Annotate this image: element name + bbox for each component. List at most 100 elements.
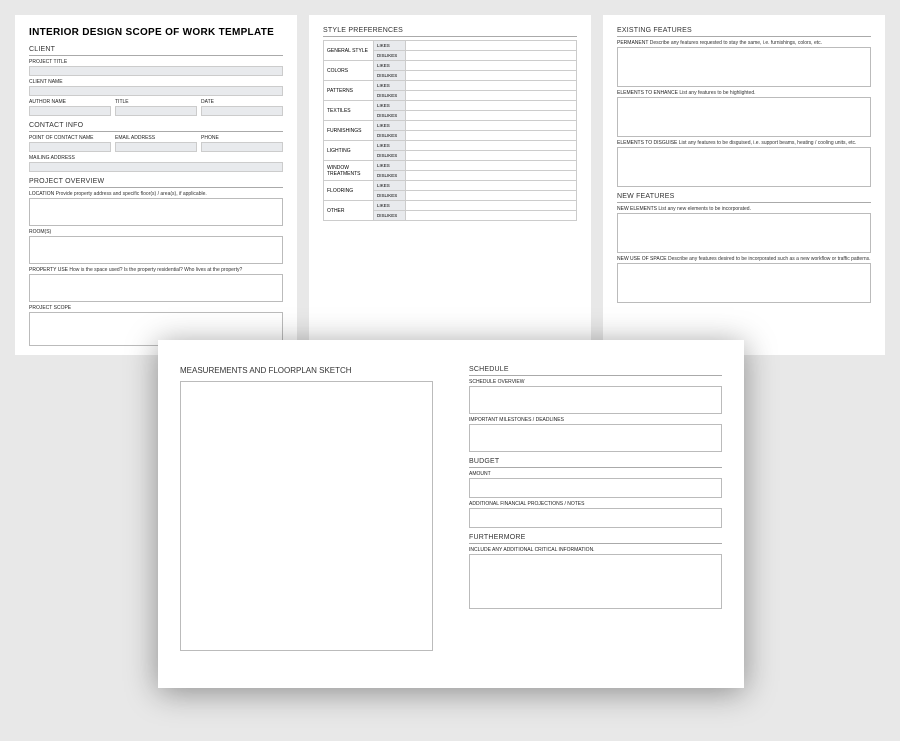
likes-label: LIKES (374, 81, 406, 91)
overview-header: PROJECT OVERVIEW (29, 178, 283, 188)
likes-input[interactable] (406, 101, 577, 111)
likes-input[interactable] (406, 161, 577, 171)
disguise-input[interactable] (617, 147, 871, 187)
page-4-5: MEASUREMENTS AND FLOORPLAN SKETCH SCHEDU… (158, 340, 744, 688)
pref-category: TEXTILES (324, 101, 374, 121)
likes-input[interactable] (406, 41, 577, 51)
mailing-input[interactable] (29, 162, 283, 172)
permanent-input[interactable] (617, 47, 871, 87)
amount-input[interactable] (469, 478, 722, 498)
budget-notes-label: ADDITIONAL FINANCIAL PROJECTIONS / NOTES (469, 501, 722, 507)
project-title-label: PROJECT TITLE (29, 59, 283, 65)
dislikes-label: DISLIKES (374, 111, 406, 121)
dislikes-input[interactable] (406, 131, 577, 141)
likes-input[interactable] (406, 121, 577, 131)
author-label: AUTHOR NAME (29, 99, 111, 105)
dislikes-input[interactable] (406, 71, 577, 81)
dislikes-input[interactable] (406, 111, 577, 121)
likes-input[interactable] (406, 61, 577, 71)
pref-category: COLORS (324, 61, 374, 81)
property-use-label: PROPERTY USE How is the space used? Is t… (29, 267, 283, 273)
pref-category: LIGHTING (324, 141, 374, 161)
date-input[interactable] (201, 106, 283, 116)
likes-label: LIKES (374, 141, 406, 151)
dislikes-input[interactable] (406, 91, 577, 101)
rooms-input[interactable] (29, 236, 283, 264)
likes-label: LIKES (374, 101, 406, 111)
dislikes-input[interactable] (406, 191, 577, 201)
page-4: MEASUREMENTS AND FLOORPLAN SKETCH (158, 340, 451, 688)
likes-input[interactable] (406, 181, 577, 191)
newfeat-header: NEW FEATURES (617, 193, 871, 203)
new-use-label: NEW USE OF SPACE Describe any features d… (617, 256, 871, 262)
new-use-input[interactable] (617, 263, 871, 303)
pref-category: WINDOW TREATMENTS (324, 161, 374, 181)
dislikes-input[interactable] (406, 51, 577, 61)
phone-label: PHONE (201, 135, 283, 141)
likes-input[interactable] (406, 81, 577, 91)
style-pref-table: GENERAL STYLELIKESDISLIKESCOLORSLIKESDIS… (323, 40, 577, 221)
project-title-input[interactable] (29, 66, 283, 76)
likes-label: LIKES (374, 201, 406, 211)
further-header: FURTHERMORE (469, 534, 722, 544)
poc-label: POINT OF CONTACT NAME (29, 135, 111, 141)
permanent-label: PERMANENT Describe any features requeste… (617, 40, 871, 46)
phone-input[interactable] (201, 142, 283, 152)
enhance-label: ELEMENTS TO ENHANCE List any features to… (617, 90, 871, 96)
budget-notes-input[interactable] (469, 508, 722, 528)
pref-category: FLOORING (324, 181, 374, 201)
dislikes-input[interactable] (406, 171, 577, 181)
property-use-input[interactable] (29, 274, 283, 302)
measure-header: MEASUREMENTS AND FLOORPLAN SKETCH (180, 366, 433, 375)
likes-label: LIKES (374, 161, 406, 171)
date-label: DATE (201, 99, 283, 105)
pref-category: OTHER (324, 201, 374, 221)
existing-header: EXISTING FEATURES (617, 27, 871, 37)
dislikes-label: DISLIKES (374, 131, 406, 141)
dislikes-label: DISLIKES (374, 71, 406, 81)
scope-label: PROJECT SCOPE (29, 305, 283, 311)
enhance-input[interactable] (617, 97, 871, 137)
likes-input[interactable] (406, 201, 577, 211)
new-elements-label: NEW ELEMENTS List any new elements to be… (617, 206, 871, 212)
dislikes-input[interactable] (406, 211, 577, 221)
page-1: INTERIOR DESIGN SCOPE OF WORK TEMPLATE C… (15, 15, 297, 355)
client-name-label: CLIENT NAME (29, 79, 283, 85)
dislikes-label: DISLIKES (374, 171, 406, 181)
likes-label: LIKES (374, 121, 406, 131)
email-input[interactable] (115, 142, 197, 152)
page-3: EXISTING FEATURES PERMANENT Describe any… (603, 15, 885, 355)
dislikes-label: DISLIKES (374, 91, 406, 101)
location-label: LOCATION Provide property address and sp… (29, 191, 283, 197)
amount-label: AMOUNT (469, 471, 722, 477)
dislikes-input[interactable] (406, 151, 577, 161)
schedule-header: SCHEDULE (469, 366, 722, 376)
title-input[interactable] (115, 106, 197, 116)
client-header: CLIENT (29, 46, 283, 56)
location-input[interactable] (29, 198, 283, 226)
email-label: EMAIL ADDRESS (115, 135, 197, 141)
new-elements-input[interactable] (617, 213, 871, 253)
dislikes-label: DISLIKES (374, 191, 406, 201)
dislikes-label: DISLIKES (374, 211, 406, 221)
page-5: SCHEDULE SCHEDULE OVERVIEW IMPORTANT MIL… (451, 340, 744, 688)
sketch-area[interactable] (180, 381, 433, 651)
schedule-overview-label: SCHEDULE OVERVIEW (469, 379, 722, 385)
rooms-label: ROOM(S) (29, 229, 283, 235)
likes-input[interactable] (406, 141, 577, 151)
budget-header: BUDGET (469, 458, 722, 468)
pref-category: GENERAL STYLE (324, 41, 374, 61)
title-label: TITLE (115, 99, 197, 105)
author-input[interactable] (29, 106, 111, 116)
schedule-overview-input[interactable] (469, 386, 722, 414)
mailing-label: MAILING ADDRESS (29, 155, 283, 161)
further-input[interactable] (469, 554, 722, 609)
likes-label: LIKES (374, 61, 406, 71)
style-header: STYLE PREFERENCES (323, 27, 577, 37)
dislikes-label: DISLIKES (374, 51, 406, 61)
likes-label: LIKES (374, 181, 406, 191)
poc-input[interactable] (29, 142, 111, 152)
dislikes-label: DISLIKES (374, 151, 406, 161)
client-name-input[interactable] (29, 86, 283, 96)
milestones-input[interactable] (469, 424, 722, 452)
